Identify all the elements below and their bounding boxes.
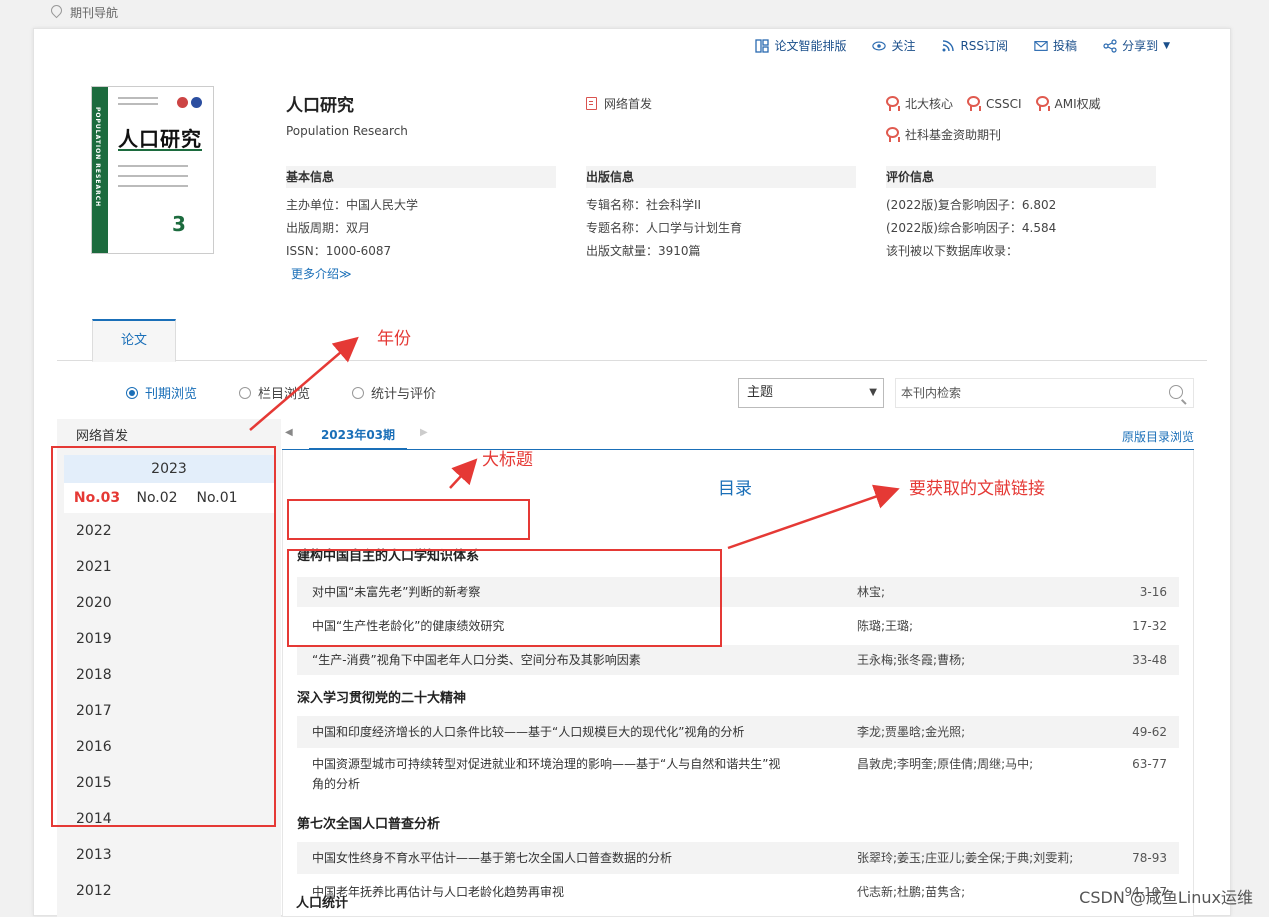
annotation-title-label: 大标题 — [482, 445, 533, 470]
annotation-toc-label: 目录 — [718, 474, 752, 499]
watermark: CSDN @咸鱼Linux运维 — [1079, 884, 1253, 908]
annotation-arrows — [0, 0, 1269, 916]
annotation-year-label: 年份 — [377, 324, 411, 349]
annotation-links-label: 要获取的文献链接 — [909, 474, 1045, 499]
